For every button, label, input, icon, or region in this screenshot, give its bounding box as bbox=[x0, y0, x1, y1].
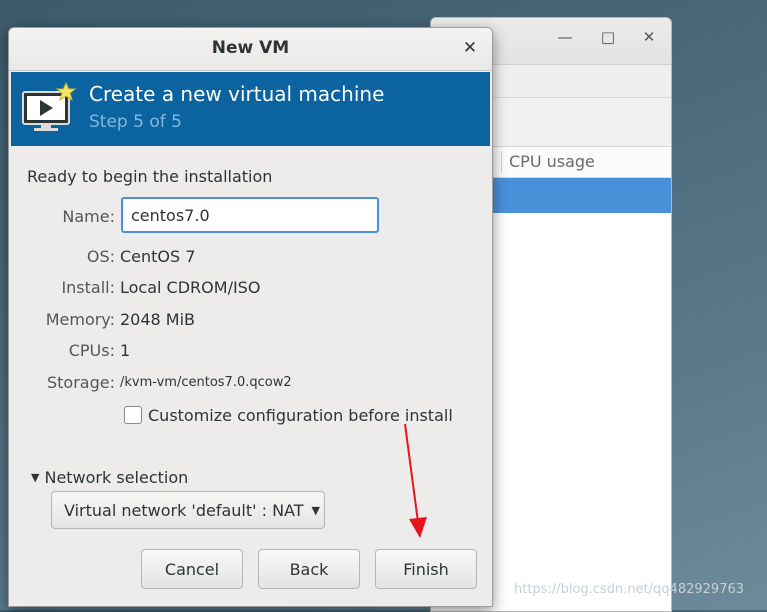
new-vm-monitor-icon bbox=[22, 82, 77, 131]
cancel-button[interactable]: Cancel bbox=[141, 549, 243, 589]
storage-label: Storage: bbox=[47, 373, 115, 392]
memory-label: Memory: bbox=[45, 310, 115, 329]
close-icon[interactable]: ✕ bbox=[638, 28, 660, 46]
network-selection-label[interactable]: Network selection bbox=[44, 468, 188, 487]
minimize-icon[interactable]: — bbox=[554, 28, 576, 46]
finish-button[interactable]: Finish bbox=[375, 549, 477, 589]
vm-name-input[interactable] bbox=[121, 197, 379, 233]
cpus-value: 1 bbox=[120, 341, 131, 360]
install-value: Local CDROM/ISO bbox=[120, 278, 261, 297]
back-button[interactable]: Back bbox=[258, 549, 360, 589]
name-label: Name: bbox=[62, 207, 115, 226]
new-vm-dialog: New VM ✕ Create a new virtual machine St… bbox=[8, 27, 493, 607]
network-source-value: Virtual network 'default' : NAT bbox=[64, 500, 304, 520]
network-selection-expander[interactable]: ▼ Network selection bbox=[31, 468, 188, 487]
dialog-title: New VM bbox=[211, 38, 290, 58]
storage-value: /kvm-vm/centos7.0.qcow2 bbox=[120, 375, 292, 390]
wizard-content: Ready to begin the installation Name: OS… bbox=[9, 146, 492, 606]
customize-checkbox-label[interactable]: Customize configuration before install bbox=[148, 406, 453, 425]
network-source-dropdown[interactable]: Virtual network 'default' : NAT ▼ bbox=[51, 491, 325, 529]
customize-checkbox-row[interactable]: Customize configuration before install bbox=[124, 404, 453, 426]
dropdown-arrow-icon: ▼ bbox=[311, 503, 320, 517]
watermark-text: https://blog.csdn.net/qq482929763 bbox=[514, 582, 745, 597]
wizard-step: Step 5 of 5 bbox=[89, 112, 182, 132]
expander-arrow-icon: ▼ bbox=[31, 471, 40, 484]
dialog-titlebar: New VM ✕ bbox=[9, 28, 492, 71]
memory-value: 2048 MiB bbox=[120, 310, 196, 329]
close-icon[interactable]: ✕ bbox=[460, 38, 480, 58]
wizard-banner: Create a new virtual machine Step 5 of 5 bbox=[11, 72, 490, 146]
cpus-label: CPUs: bbox=[68, 341, 115, 360]
ready-heading: Ready to begin the installation bbox=[27, 167, 273, 186]
column-separator bbox=[501, 151, 502, 173]
os-value: CentOS 7 bbox=[120, 247, 196, 266]
os-label: OS: bbox=[86, 247, 115, 266]
maximize-icon[interactable]: □ bbox=[597, 28, 619, 46]
cpu-usage-column-header[interactable]: CPU usage bbox=[509, 152, 595, 171]
wizard-title: Create a new virtual machine bbox=[89, 82, 385, 106]
customize-checkbox[interactable] bbox=[124, 406, 142, 424]
install-label: Install: bbox=[61, 278, 115, 297]
